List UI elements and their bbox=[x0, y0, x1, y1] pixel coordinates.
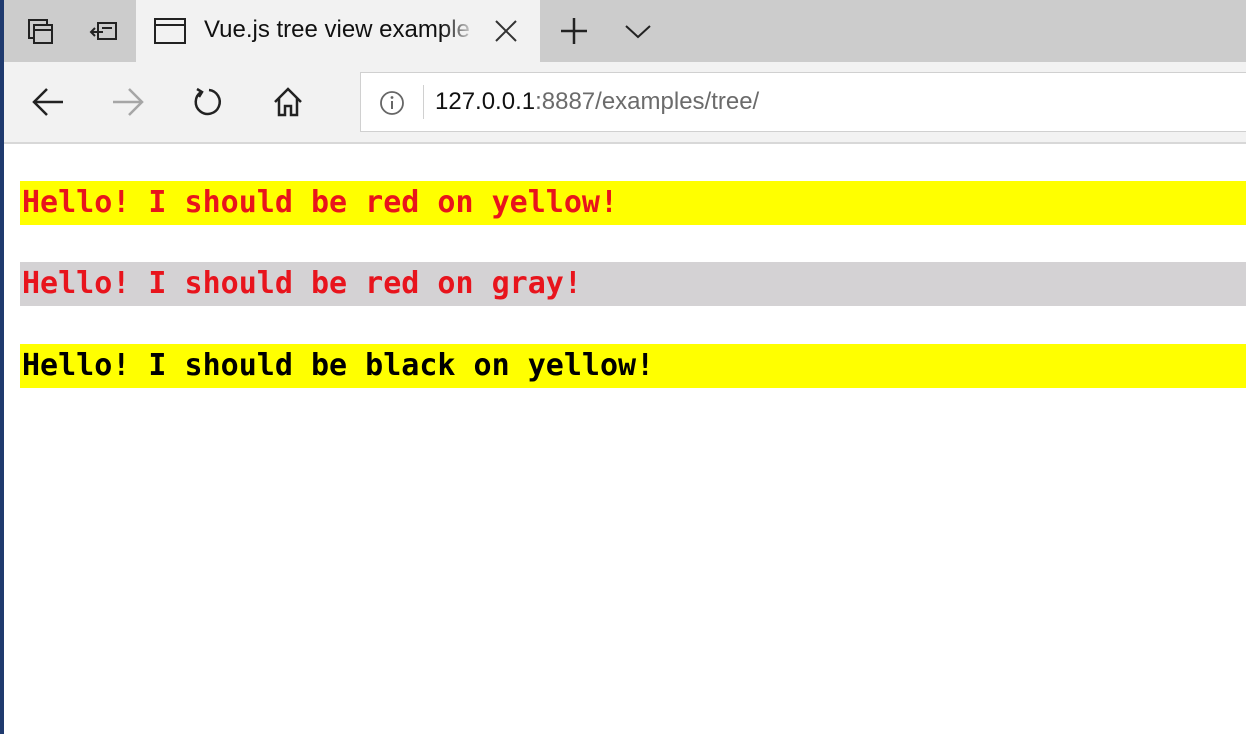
message-red-on-yellow: Hello! I should be red on yellow! bbox=[20, 181, 1246, 225]
close-icon[interactable] bbox=[492, 17, 520, 45]
message-red-on-gray: Hello! I should be red on gray! bbox=[20, 262, 1246, 306]
refresh-button[interactable] bbox=[188, 82, 228, 122]
set-aside-tabs-button[interactable] bbox=[82, 0, 126, 62]
tab-actions-icon bbox=[25, 16, 55, 46]
tab-bar: Vue.js tree view example bbox=[4, 0, 1246, 62]
back-button[interactable] bbox=[28, 82, 68, 122]
info-icon[interactable] bbox=[379, 90, 405, 116]
refresh-icon bbox=[192, 86, 224, 118]
url-text[interactable]: 127.0.0.1:8887/examples/tree/ bbox=[435, 73, 759, 131]
browser-window: Vue.js tree view example 127.0.0.1:8887/… bbox=[0, 0, 1246, 734]
url-path: :8887/examples/tree/ bbox=[535, 88, 760, 115]
tab-title: Vue.js tree view example bbox=[204, 16, 470, 43]
message-black-on-yellow: Hello! I should be black on yellow! bbox=[20, 344, 1246, 388]
home-icon bbox=[272, 86, 304, 118]
tab-list-button[interactable] bbox=[616, 0, 660, 62]
url-host: 127.0.0.1 bbox=[435, 88, 536, 115]
forward-arrow-icon bbox=[111, 87, 145, 117]
home-button[interactable] bbox=[268, 82, 308, 122]
back-arrow-icon bbox=[31, 87, 65, 117]
page-content: Hello! I should be red on yellow! Hello!… bbox=[4, 144, 1246, 734]
tab-actions-button[interactable] bbox=[18, 0, 62, 62]
chevron-down-icon bbox=[624, 21, 652, 41]
new-tab-button[interactable] bbox=[552, 0, 596, 62]
tab-active[interactable]: Vue.js tree view example bbox=[136, 0, 540, 62]
plus-icon bbox=[559, 16, 589, 46]
address-bar[interactable]: 127.0.0.1:8887/examples/tree/ bbox=[360, 72, 1246, 132]
forward-button[interactable] bbox=[108, 82, 148, 122]
page-icon bbox=[154, 17, 186, 45]
navigation-bar: 127.0.0.1:8887/examples/tree/ bbox=[4, 62, 1246, 144]
address-separator bbox=[423, 85, 424, 119]
set-aside-tabs-icon bbox=[89, 16, 119, 46]
